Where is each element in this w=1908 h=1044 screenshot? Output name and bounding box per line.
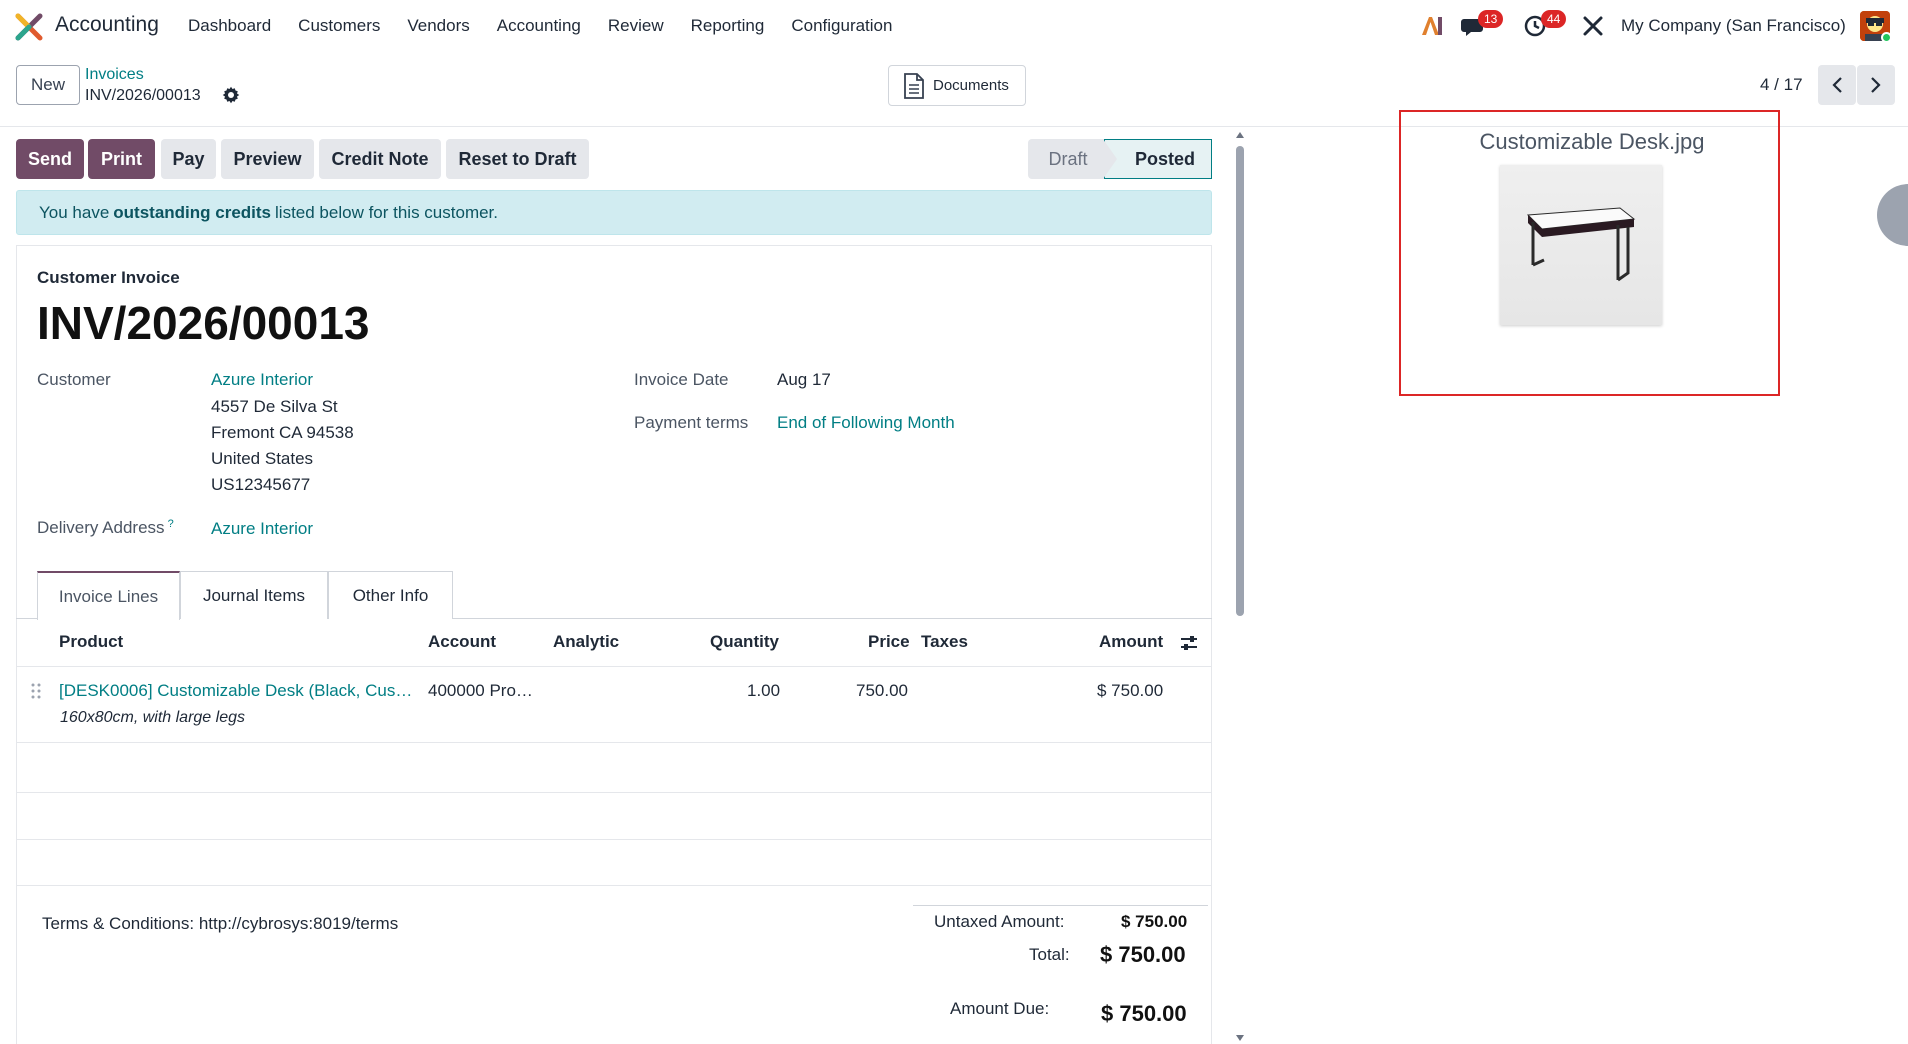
online-status-dot bbox=[1881, 32, 1892, 43]
menu-accounting[interactable]: Accounting bbox=[497, 16, 581, 36]
desk-image-icon bbox=[1526, 207, 1636, 282]
breadcrumb-invoices[interactable]: Invoices bbox=[85, 66, 144, 84]
address-line-2: Fremont CA 94538 bbox=[211, 423, 354, 442]
menu-dashboard[interactable]: Dashboard bbox=[188, 16, 271, 36]
alert-prefix: You have bbox=[39, 202, 110, 222]
send-button[interactable]: Send bbox=[16, 139, 84, 179]
help-icon[interactable]: ? bbox=[168, 518, 174, 530]
chevron-left-icon bbox=[1832, 77, 1842, 93]
status-arrow bbox=[1103, 139, 1117, 179]
col-amount[interactable]: Amount bbox=[1099, 632, 1163, 652]
pager-previous-button[interactable] bbox=[1818, 65, 1856, 105]
main-menu: Dashboard Customers Vendors Accounting R… bbox=[188, 16, 919, 36]
col-price[interactable]: Price bbox=[868, 632, 910, 652]
pager-next-button[interactable] bbox=[1857, 65, 1895, 105]
untaxed-amount: $ 750.00 bbox=[1121, 912, 1188, 931]
activities-badge: 44 bbox=[1541, 10, 1567, 28]
menu-vendors[interactable]: Vendors bbox=[407, 16, 469, 36]
attachment-image[interactable] bbox=[1500, 165, 1662, 325]
ai-icon[interactable] bbox=[1420, 14, 1444, 38]
tab-invoice-lines[interactable]: Invoice Lines bbox=[37, 571, 180, 620]
line-product[interactable]: [DESK0006] Customizable Desk (Black, Cus… bbox=[59, 681, 412, 701]
line-amount: $ 750.00 bbox=[1097, 681, 1164, 700]
new-button[interactable]: New bbox=[16, 65, 80, 105]
app-name[interactable]: Accounting bbox=[55, 13, 159, 37]
outstanding-credits-alert: You have outstanding credits listed belo… bbox=[16, 190, 1212, 235]
col-taxes[interactable]: Taxes bbox=[921, 632, 968, 652]
col-analytic[interactable]: Analytic bbox=[553, 632, 619, 652]
reset-to-draft-button[interactable]: Reset to Draft bbox=[446, 139, 589, 179]
untaxed-label: Untaxed Amount: bbox=[934, 912, 1065, 931]
menu-review[interactable]: Review bbox=[608, 16, 664, 36]
col-account[interactable]: Account bbox=[428, 632, 496, 652]
menu-reporting[interactable]: Reporting bbox=[691, 16, 765, 36]
attachment-title: Customizable Desk.jpg bbox=[1479, 129, 1705, 154]
app-logo-icon[interactable] bbox=[15, 13, 43, 41]
total-amount: $ 750.00 bbox=[1100, 942, 1186, 967]
scroll-down-arrow[interactable] bbox=[1236, 1035, 1244, 1041]
row-divider bbox=[16, 885, 1212, 886]
form-scrollbar[interactable] bbox=[1236, 146, 1244, 616]
invoice-date-value[interactable]: Aug 17 bbox=[777, 370, 831, 390]
amount-due-label: Amount Due: bbox=[950, 999, 1050, 1018]
terms-and-conditions: Terms & Conditions: http://cybrosys:8019… bbox=[42, 914, 399, 933]
tools-icon[interactable] bbox=[1582, 15, 1604, 37]
side-panel-toggle[interactable] bbox=[1877, 184, 1908, 246]
amount-due: $ 750.00 bbox=[1101, 1001, 1187, 1026]
address-line-1: 4557 De Silva St bbox=[211, 397, 338, 416]
address-line-3: United States bbox=[211, 449, 314, 468]
scroll-up-arrow[interactable] bbox=[1236, 132, 1244, 138]
gear-icon[interactable] bbox=[222, 86, 240, 104]
company-switcher[interactable]: My Company (San Francisco) bbox=[1621, 16, 1846, 36]
menu-configuration[interactable]: Configuration bbox=[791, 16, 892, 36]
total-label: Total: bbox=[1029, 945, 1070, 964]
line-price[interactable]: 750.00 bbox=[856, 681, 908, 701]
table-header-divider bbox=[16, 666, 1212, 667]
line-description: 160x80cm, with large legs bbox=[60, 709, 245, 726]
status-draft[interactable]: Draft bbox=[1028, 139, 1108, 179]
credit-note-button[interactable]: Credit Note bbox=[319, 139, 441, 179]
customer-label: Customer bbox=[37, 370, 111, 389]
row-divider bbox=[16, 792, 1212, 793]
line-account[interactable]: 400000 Pro… bbox=[428, 681, 533, 701]
tab-journal-items[interactable]: Journal Items bbox=[180, 571, 328, 619]
documents-label: Documents bbox=[933, 77, 1009, 94]
delivery-address-link[interactable]: Azure Interior bbox=[211, 519, 313, 539]
customer-link[interactable]: Azure Interior bbox=[211, 370, 313, 390]
menu-customers[interactable]: Customers bbox=[298, 16, 380, 36]
row-divider bbox=[16, 742, 1212, 743]
documents-button[interactable]: Documents bbox=[888, 65, 1026, 106]
delivery-address-label-text: Delivery Address bbox=[37, 518, 165, 537]
col-product[interactable]: Product bbox=[59, 632, 123, 652]
delivery-address-label: Delivery Address? bbox=[37, 518, 174, 538]
drag-handle-icon[interactable] bbox=[31, 683, 41, 699]
payment-terms-label: Payment terms bbox=[634, 413, 749, 432]
messages-badge: 13 bbox=[1478, 10, 1504, 28]
alert-suffix: listed below for this customer. bbox=[275, 202, 498, 222]
preview-button[interactable]: Preview bbox=[221, 139, 314, 179]
pager-value[interactable]: 4 / 17 bbox=[1760, 75, 1803, 95]
row-divider bbox=[16, 839, 1212, 840]
invoice-number: INV/2026/00013 bbox=[37, 297, 370, 349]
tab-other-info[interactable]: Other Info bbox=[328, 571, 453, 619]
alert-bold-text: outstanding credits bbox=[113, 202, 272, 222]
invoice-date-label: Invoice Date bbox=[634, 370, 729, 389]
optional-columns-icon[interactable] bbox=[1179, 634, 1199, 652]
document-type: Customer Invoice bbox=[37, 268, 180, 287]
document-icon bbox=[904, 72, 924, 99]
breadcrumb-current: INV/2026/00013 bbox=[85, 87, 201, 104]
print-button[interactable]: Print bbox=[88, 139, 155, 179]
totals-divider bbox=[913, 905, 1208, 906]
payment-terms-link[interactable]: End of Following Month bbox=[777, 413, 955, 433]
status-posted[interactable]: Posted bbox=[1104, 139, 1212, 179]
pay-button[interactable]: Pay bbox=[161, 139, 216, 179]
address-line-4: US12345677 bbox=[211, 475, 311, 494]
chevron-right-icon bbox=[1871, 77, 1881, 93]
col-quantity[interactable]: Quantity bbox=[710, 632, 779, 652]
line-quantity[interactable]: 1.00 bbox=[747, 681, 780, 701]
